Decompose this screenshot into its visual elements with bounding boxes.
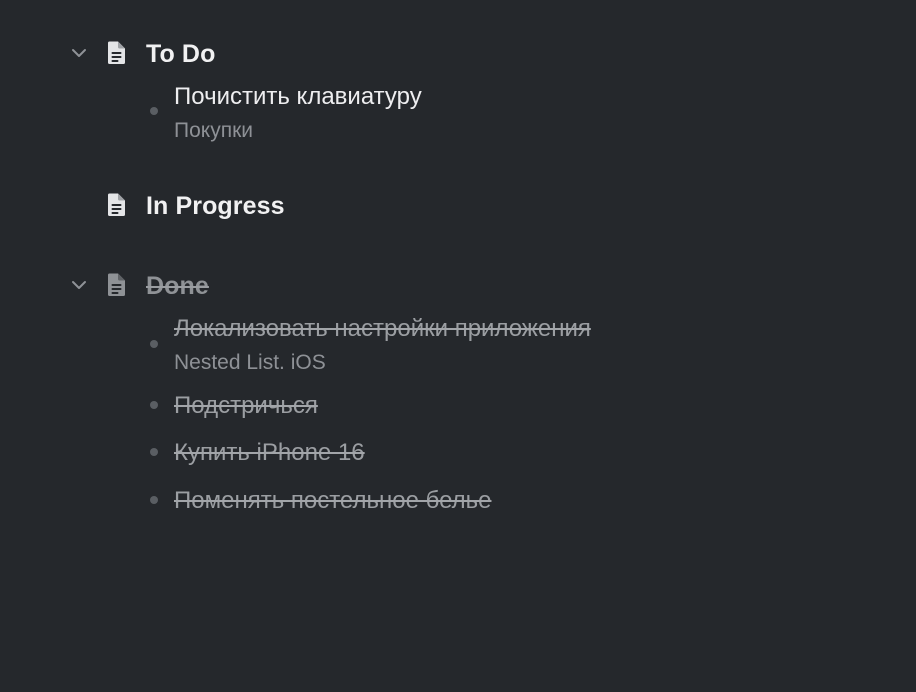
list-item[interactable]: Почистить клавиатуру Покупки <box>0 82 760 146</box>
document-icon <box>108 41 125 64</box>
group-title-done: Done <box>146 272 209 300</box>
list-item[interactable]: Подстричься <box>0 391 760 423</box>
chevron-down-icon[interactable] <box>70 45 88 61</box>
item-subtitle: Покупки <box>174 119 253 142</box>
item-title: Поменять постельное белье <box>174 487 492 514</box>
item-title: Почистить клавиатуру <box>174 83 422 110</box>
group-header-in-progress[interactable]: In Progress <box>0 189 700 221</box>
document-icon <box>108 273 125 296</box>
document-icon <box>108 193 125 216</box>
bullet-icon <box>150 496 158 504</box>
list-item[interactable]: Локализовать настройки приложения Nested… <box>0 314 760 378</box>
item-title: Подстричься <box>174 392 318 419</box>
chevron-down-icon[interactable] <box>70 277 88 293</box>
group-title-todo: To Do <box>146 40 216 68</box>
group-title-in-progress: In Progress <box>146 192 285 220</box>
item-title: Локализовать настройки приложения <box>174 315 591 342</box>
group-header-done[interactable]: Done <box>0 269 700 301</box>
bullet-icon <box>150 401 158 409</box>
bullet-icon <box>150 107 158 115</box>
item-title: Купить iPhone 16 <box>174 439 365 466</box>
group-header-todo[interactable]: To Do <box>0 37 700 69</box>
item-subtitle: Nested List. iOS <box>174 351 326 374</box>
bullet-icon <box>150 340 158 348</box>
bullet-icon <box>150 448 158 456</box>
list-item[interactable]: Поменять постельное белье <box>0 486 760 518</box>
list-item[interactable]: Купить iPhone 16 <box>0 438 760 470</box>
